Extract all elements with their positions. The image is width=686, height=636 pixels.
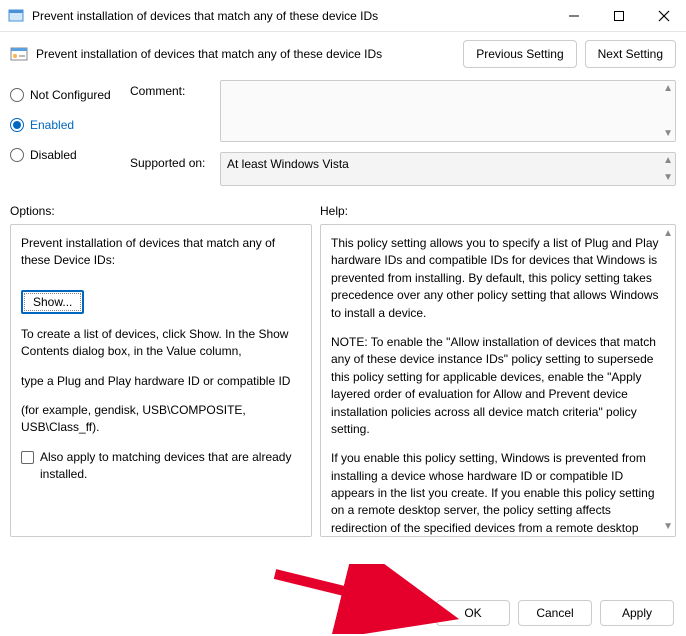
cancel-button[interactable]: Cancel [518, 600, 592, 626]
app-icon [8, 8, 24, 24]
scroll-down-icon[interactable]: ▼ [663, 520, 673, 535]
next-setting-button[interactable]: Next Setting [585, 40, 676, 68]
scroll-down-icon[interactable]: ▼ [663, 128, 673, 139]
comment-label: Comment: [130, 80, 220, 142]
header-row: Prevent installation of devices that mat… [0, 32, 686, 76]
help-paragraph: If you enable this policy setting, Windo… [331, 450, 665, 537]
show-button[interactable]: Show... [21, 290, 84, 314]
comment-textbox[interactable]: ▲ ▼ [220, 80, 676, 142]
radio-icon [10, 88, 24, 102]
help-paragraph: This policy setting allows you to specif… [331, 235, 665, 322]
ok-button[interactable]: OK [436, 600, 510, 626]
supported-label: Supported on: [130, 152, 220, 186]
header-title: Prevent installation of devices that mat… [36, 47, 455, 61]
also-apply-checkbox-row[interactable]: Also apply to matching devices that are … [21, 449, 301, 484]
apply-button[interactable]: Apply [600, 600, 674, 626]
radio-icon [10, 118, 24, 132]
scroll-down-icon[interactable]: ▼ [663, 172, 673, 183]
scroll-up-icon[interactable]: ▲ [663, 155, 673, 166]
radio-label: Disabled [30, 148, 77, 162]
radio-label: Enabled [30, 118, 74, 132]
previous-setting-button[interactable]: Previous Setting [463, 40, 576, 68]
close-button[interactable] [641, 0, 686, 32]
titlebar: Prevent installation of devices that mat… [0, 0, 686, 32]
scroll-up-icon[interactable]: ▲ [663, 83, 673, 94]
help-panel: ▲ This policy setting allows you to spec… [320, 224, 676, 537]
checkbox-icon[interactable] [21, 451, 34, 464]
options-intro: Prevent installation of devices that mat… [21, 235, 301, 270]
maximize-button[interactable] [596, 0, 641, 32]
checkbox-label: Also apply to matching devices that are … [40, 449, 301, 484]
minimize-button[interactable] [551, 0, 596, 32]
scroll-up-icon[interactable]: ▲ [663, 227, 673, 242]
help-paragraph: NOTE: To enable the "Allow installation … [331, 334, 665, 438]
radio-icon [10, 148, 24, 162]
footer-buttons: OK Cancel Apply [436, 600, 674, 626]
radio-not-configured[interactable]: Not Configured [10, 88, 130, 102]
options-para3: (for example, gendisk, USB\COMPOSITE, US… [21, 402, 301, 437]
options-heading: Options: [10, 204, 320, 218]
window-title: Prevent installation of devices that mat… [32, 9, 551, 23]
options-para2: type a Plug and Play hardware ID or comp… [21, 373, 301, 390]
help-heading: Help: [320, 204, 348, 218]
supported-value: At least Windows Vista [227, 157, 349, 171]
radio-enabled[interactable]: Enabled [10, 118, 130, 132]
options-panel: Prevent installation of devices that mat… [10, 224, 312, 537]
radio-label: Not Configured [30, 88, 111, 102]
policy-icon [10, 45, 28, 63]
radio-disabled[interactable]: Disabled [10, 148, 130, 162]
supported-on-box: At least Windows Vista ▲ ▼ [220, 152, 676, 186]
options-para1: To create a list of devices, click Show.… [21, 326, 301, 361]
